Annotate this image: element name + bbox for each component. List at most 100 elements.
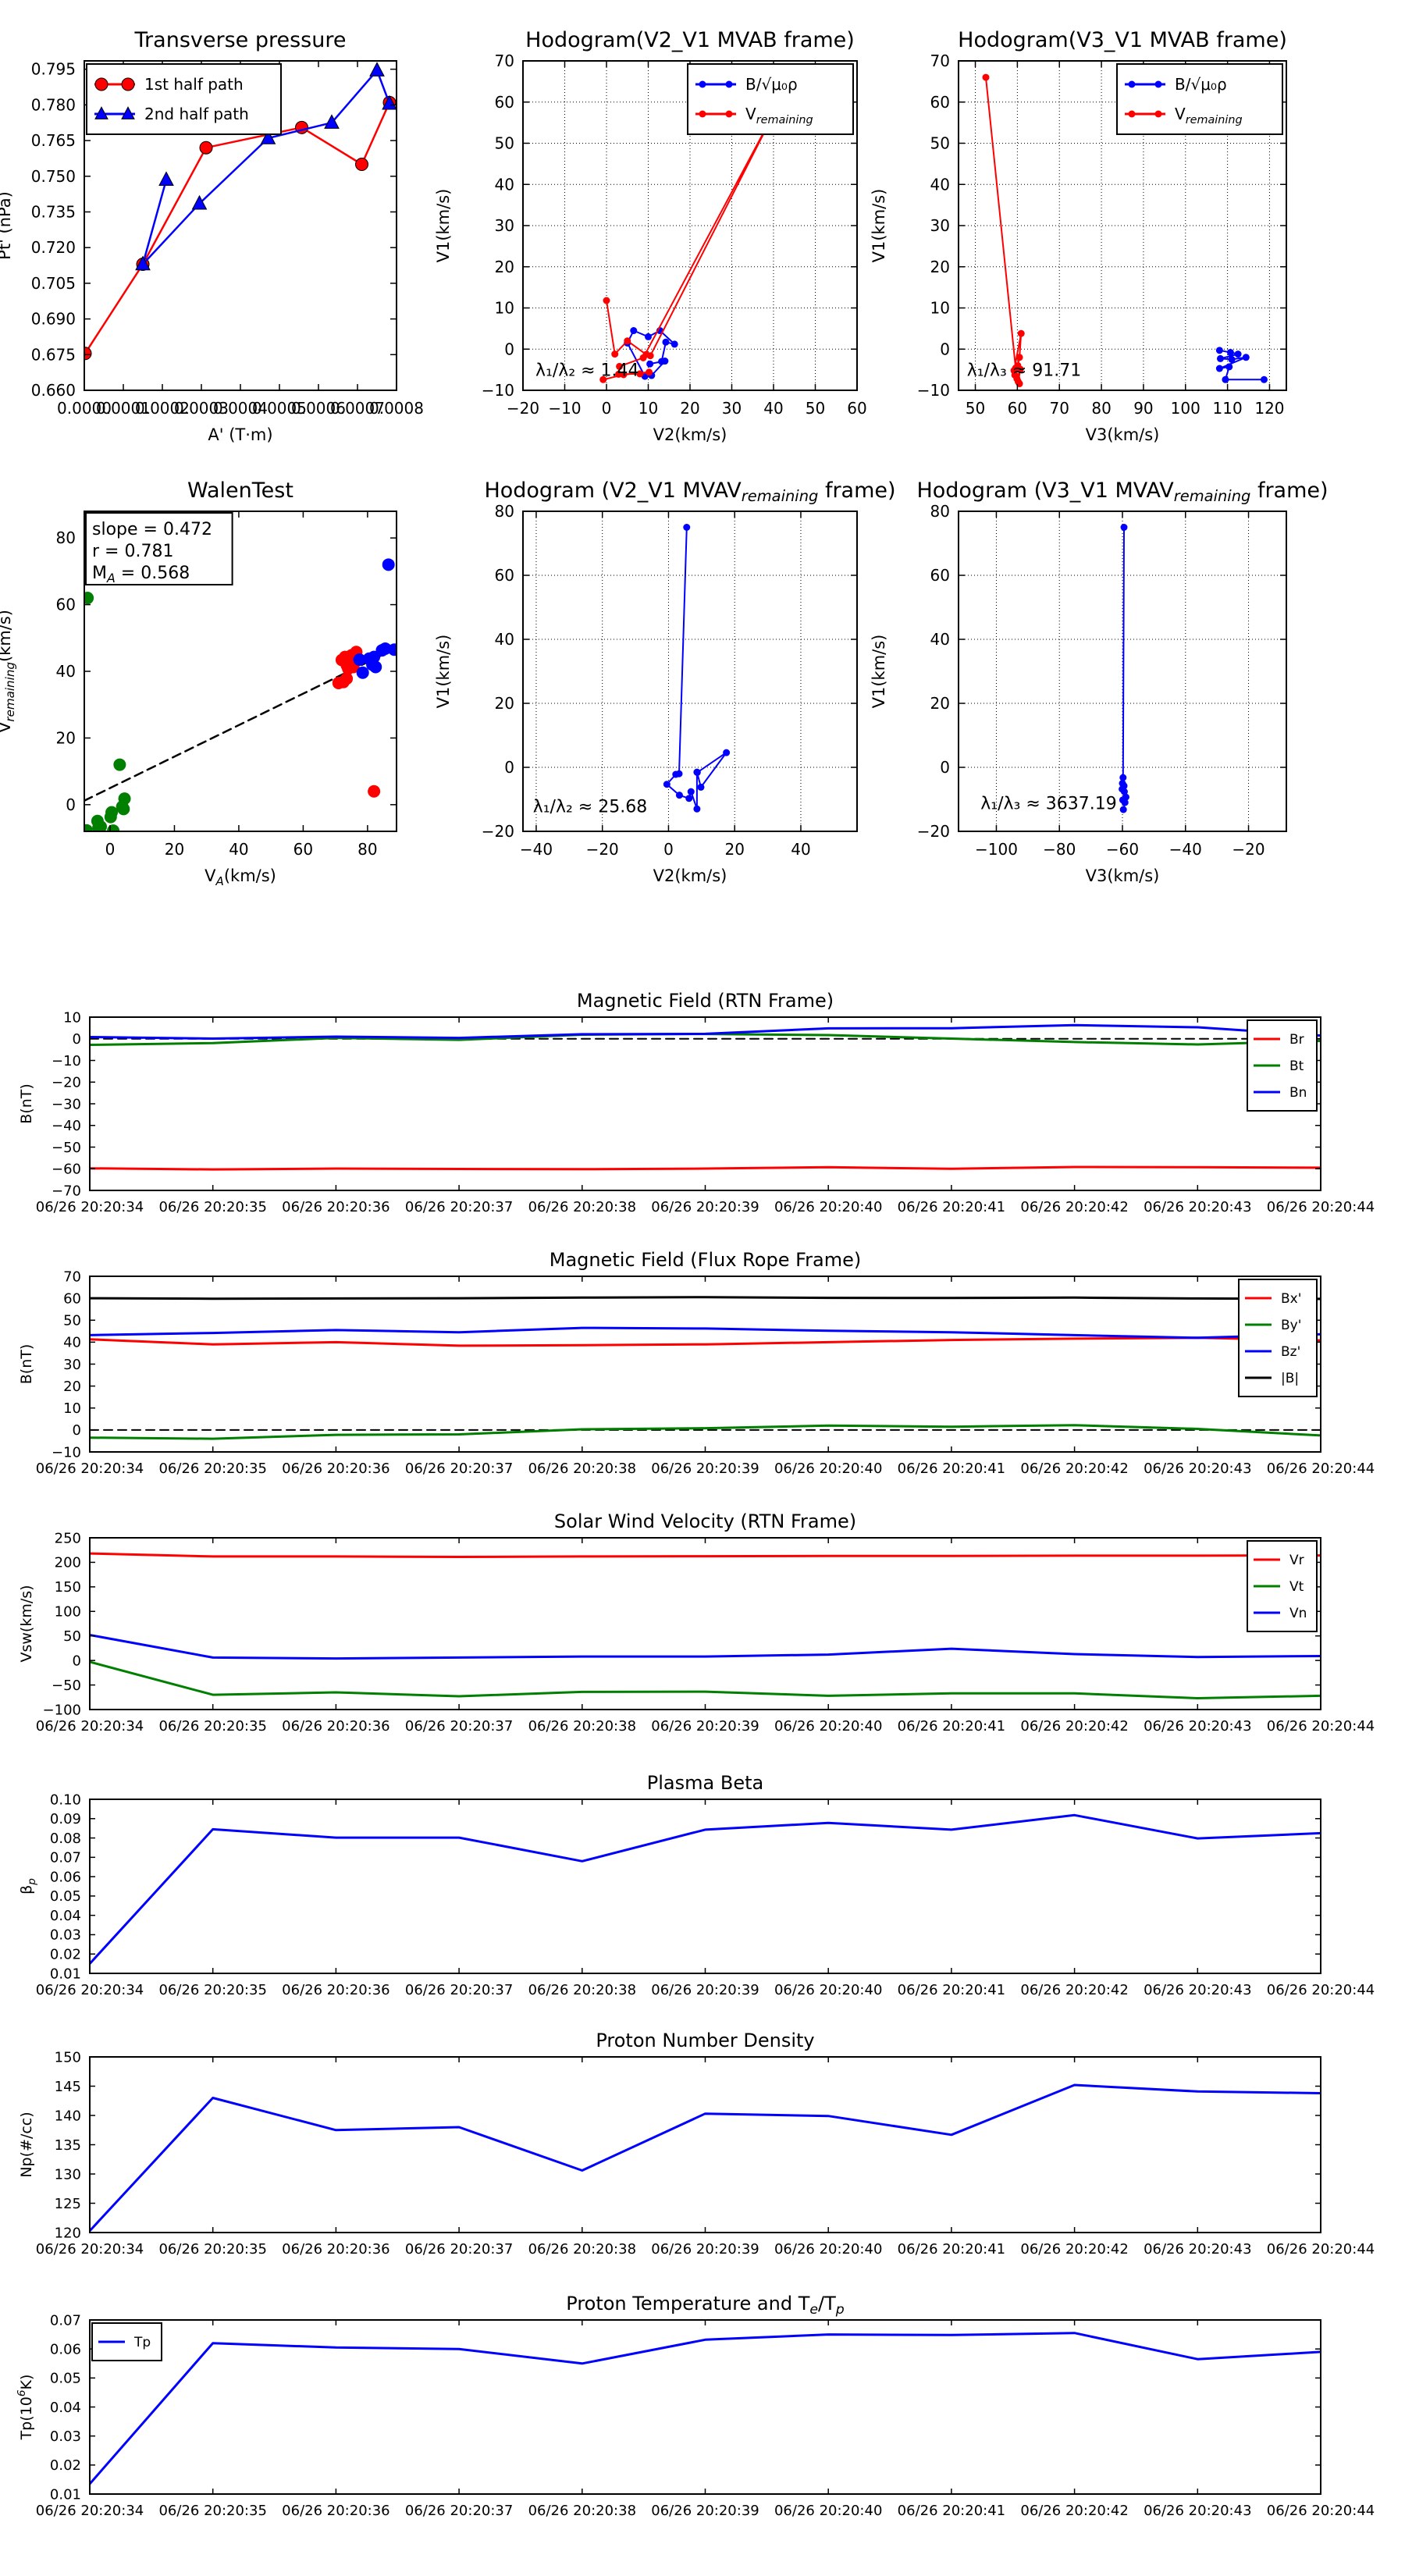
hodogram-v3v1-mvab-xtick: 80	[1091, 399, 1111, 418]
transverse-pressure-ytick: 0.780	[31, 95, 76, 114]
hodogram-v2v1-mvab-ytick: 70	[495, 52, 514, 70]
hodogram-v3v1-mvav-axes: −100−80−60−40−20−20020406080Hodogram (V3…	[870, 479, 1329, 885]
magnetic-field-flux-rope-legend-label: Bx'	[1281, 1291, 1301, 1307]
magnetic-field-flux-rope-ytick: 30	[63, 1357, 81, 1373]
hodogram-v3v1-mvab-legend: B/√μ₀ρVremaining	[1117, 64, 1282, 134]
hodogram-v2v1-mvav-ytick: 60	[495, 566, 514, 585]
proton-temperature-xtick: 06/26 20:20:38	[528, 2503, 636, 2519]
proton-temperature-title: Proton Temperature and Te/Tp	[566, 2293, 844, 2318]
hodogram-v3v1-mvab-ytick: 10	[930, 299, 950, 318]
proton-temperature-xtick: 06/26 20:20:36	[282, 2503, 389, 2519]
walen-test-textbox: slope = 0.472r = 0.781MA = 0.568	[86, 513, 233, 585]
magnetic-field-rtn-ytick: −40	[52, 1118, 81, 1134]
hodogram-v3v1-mvab-svg: 5060708090100110120−10010203040506070Hod…	[865, 16, 1378, 467]
hodogram-v2v1-mvab-xtick: 30	[722, 399, 742, 418]
proton-number-density-xtick: 06/26 20:20:38	[528, 2241, 636, 2258]
magnetic-field-flux-rope-xtick: 06/26 20:20:36	[282, 1461, 389, 1477]
walen-test-xtick: 20	[165, 840, 184, 859]
walen-test-xtick: 80	[357, 840, 377, 859]
walen-test-ytick: 60	[56, 596, 76, 614]
hodogram-v2v1-mvab-ytick: 60	[495, 93, 514, 112]
proton-temperature-ytick: 0.07	[50, 2312, 81, 2329]
magnetic-field-flux-rope-xtick: 06/26 20:20:35	[158, 1461, 266, 1477]
proton-temperature-ytick: 0.06	[50, 2341, 81, 2357]
proton-number-density-axes: 06/26 20:20:3406/26 20:20:3506/26 20:20:…	[18, 2030, 1375, 2258]
magnetic-field-flux-rope-series-Bz-prime	[90, 1328, 1321, 1338]
magnetic-field-flux-rope-xtick: 06/26 20:20:40	[774, 1461, 882, 1477]
magnetic-field-rtn-xtick: 06/26 20:20:41	[898, 1199, 1005, 1215]
proton-number-density-xtick: 06/26 20:20:35	[158, 2241, 266, 2258]
proton-temperature-xtick: 06/26 20:20:41	[898, 2503, 1005, 2519]
plasma-beta-ytick: 0.01	[50, 1966, 81, 1982]
hodogram-v2v1-mvab-xtick: 60	[847, 399, 866, 418]
plasma-beta-xtick: 06/26 20:20:40	[774, 1982, 882, 1998]
figure-canvas: 0.00000.00010.00020.00030.00040.00050.00…	[0, 0, 1405, 2576]
transverse-pressure-ytick: 0.735	[31, 202, 76, 221]
hodogram-v2v1-mvav-title: Hodogram (V2_V1 MVAVremaining frame)	[484, 479, 895, 505]
magnetic-field-flux-rope-series-By-prime	[90, 1425, 1321, 1439]
solar-wind-velocity-xtick: 06/26 20:20:42	[1020, 1718, 1128, 1735]
solar-wind-velocity-title: Solar Wind Velocity (RTN Frame)	[554, 1510, 856, 1532]
transverse-pressure-xtick: 0.0008	[369, 399, 424, 418]
hodogram-v2v1-mvab-ytick: 50	[495, 134, 514, 153]
transverse-pressure-axes: 0.00000.00010.00020.00030.00040.00050.00…	[0, 28, 424, 444]
magnetic-field-flux-rope-xtick: 06/26 20:20:41	[898, 1461, 1005, 1477]
magnetic-field-flux-rope-ylabel: B(nT)	[18, 1344, 35, 1385]
magnetic-field-rtn-ytick: −50	[52, 1140, 81, 1156]
plasma-beta-ylabel: βp	[18, 1878, 38, 1895]
solar-wind-velocity-ytick: 150	[55, 1579, 81, 1596]
proton-number-density-tick-labels: 06/26 20:20:3406/26 20:20:3506/26 20:20:…	[36, 2049, 1375, 2258]
hodogram-v2v1-mvab-ytick: 30	[495, 216, 514, 235]
magnetic-field-rtn-legend-label: Bn	[1289, 1085, 1307, 1101]
hodogram-v3v1-mvab-ytick: 40	[930, 175, 950, 194]
hodogram-v3v1-mvab-title: Hodogram(V3_V1 MVAB frame)	[958, 28, 1287, 52]
magnetic-field-rtn-tick-labels: 06/26 20:20:3406/26 20:20:3506/26 20:20:…	[36, 1009, 1375, 1215]
magnetic-field-rtn-xtick: 06/26 20:20:44	[1267, 1199, 1375, 1215]
plasma-beta-ytick: 0.06	[50, 1869, 81, 1885]
solar-wind-velocity-xtick: 06/26 20:20:40	[774, 1718, 882, 1735]
plasma-beta-ticks	[90, 1799, 1321, 1973]
solar-wind-velocity-legend-label: Vr	[1289, 1553, 1304, 1568]
magnetic-field-flux-rope-ytick: 20	[63, 1379, 81, 1395]
hodogram-v3v1-mvav-ytick: −20	[917, 822, 950, 841]
hodogram-v2v1-mvab-xlabel: V2(km/s)	[653, 425, 727, 444]
magnetic-field-rtn-ytick: 0	[73, 1031, 81, 1048]
walen-test-xtick: 0	[105, 840, 116, 859]
solar-wind-velocity-xtick: 06/26 20:20:34	[36, 1718, 144, 1735]
solar-wind-velocity-xtick: 06/26 20:20:36	[282, 1718, 389, 1735]
hodogram-v3v1-mvav-ytick: 0	[940, 758, 950, 777]
plasma-beta-ytick: 0.08	[50, 1831, 81, 1847]
hodogram-v2v1-mvab-xtick: −20	[507, 399, 539, 418]
plasma-beta-xtick: 06/26 20:20:34	[36, 1982, 144, 1998]
hodogram-v2v1-mvab-legend-label: B/√μ₀ρ	[745, 75, 798, 94]
proton-temperature-series-Tp	[90, 2333, 1321, 2484]
walen-test-textbox-line: r = 0.781	[92, 542, 173, 561]
solar-wind-velocity-frame	[90, 1538, 1321, 1710]
hodogram-v2v1-mvav-xtick: 40	[791, 840, 810, 859]
solar-wind-velocity-xtick: 06/26 20:20:38	[528, 1718, 636, 1735]
transverse-pressure-title: Transverse pressure	[134, 28, 347, 52]
magnetic-field-rtn-xtick: 06/26 20:20:43	[1144, 1199, 1251, 1215]
proton-number-density-frame	[90, 2057, 1321, 2233]
plasma-beta-ytick: 0.03	[50, 1927, 81, 1944]
transverse-pressure-legend-label: 1st half path	[144, 75, 244, 94]
magnetic-field-rtn-xtick: 06/26 20:20:36	[282, 1199, 389, 1215]
magnetic-field-flux-rope-tick-labels: 06/26 20:20:3406/26 20:20:3506/26 20:20:…	[36, 1268, 1375, 1477]
hodogram-v2v1-mvab-ytick: 40	[495, 175, 514, 194]
hodogram-v3v1-mvav-xtick: −20	[1232, 840, 1264, 859]
solar-wind-velocity-ylabel: Vsw(km/s)	[18, 1585, 35, 1662]
walen-test-ytick: 20	[56, 728, 76, 747]
plasma-beta-title: Plasma Beta	[647, 1772, 763, 1794]
magnetic-field-rtn-ytick: −60	[52, 1162, 81, 1178]
hodogram-v2v1-mvav-xtick: 20	[724, 840, 744, 859]
proton-number-density-xtick: 06/26 20:20:42	[1020, 2241, 1128, 2258]
hodogram-v2v1-mvab-series-v-remaining	[599, 103, 781, 383]
magnetic-field-rtn-series-Bn	[90, 1025, 1321, 1038]
solar-wind-velocity-ytick: −100	[43, 1702, 81, 1718]
hodogram-v3v1-mvab-ytick: 60	[930, 93, 950, 112]
hodogram-v3v1-mvav-xtick: −60	[1106, 840, 1139, 859]
walen-test-series-blue-points	[354, 558, 401, 678]
proton-temperature-xtick: 06/26 20:20:42	[1020, 2503, 1128, 2519]
hodogram-v3v1-mvab-legend-label: B/√μ₀ρ	[1175, 75, 1227, 94]
hodogram-v2v1-mvab-legend: B/√μ₀ρVremaining	[688, 64, 853, 134]
